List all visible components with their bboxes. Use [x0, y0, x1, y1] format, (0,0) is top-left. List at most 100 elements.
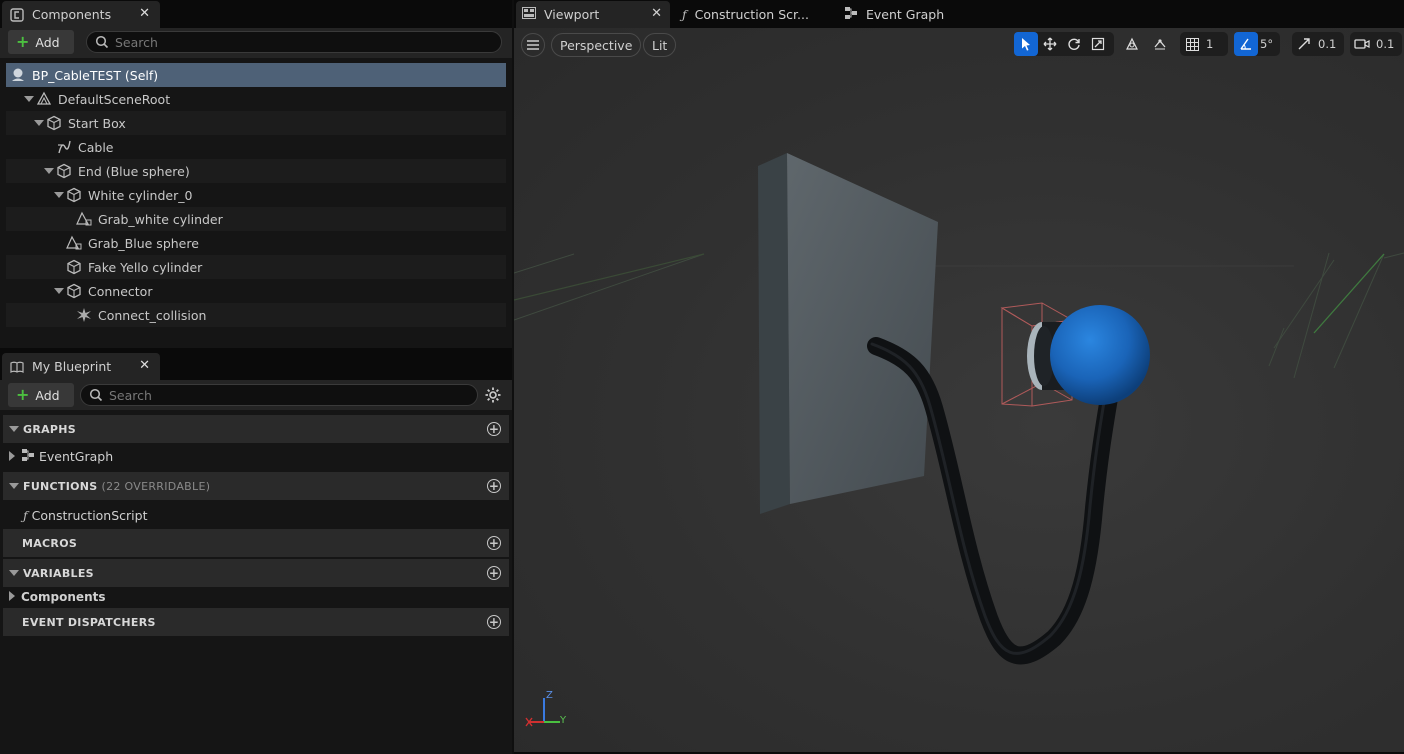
- tree-item-label: Grab_Blue sphere: [88, 235, 199, 251]
- scale-tool-icon[interactable]: [1086, 32, 1110, 56]
- tree-item-white-cylinder[interactable]: White cylinder_0: [6, 183, 506, 207]
- camera-speed-group[interactable]: 0.1: [1350, 32, 1402, 56]
- item-components-category[interactable]: Components: [3, 585, 509, 609]
- myblueprint-tabbar: My Blueprint ✕: [0, 352, 512, 380]
- scale-snap-group[interactable]: 0.1: [1292, 32, 1344, 56]
- book-icon: [10, 360, 24, 374]
- expand-arrow-icon[interactable]: [54, 286, 64, 296]
- add-function-icon[interactable]: +: [487, 479, 501, 493]
- close-icon[interactable]: ✕: [139, 6, 150, 21]
- tree-item-end-blue-sphere[interactable]: End (Blue sphere): [6, 159, 506, 183]
- lit-button[interactable]: Lit: [643, 33, 677, 57]
- item-eventgraph[interactable]: EventGraph: [3, 444, 509, 468]
- item-constructionscript[interactable]: ƒ ConstructionScript: [3, 503, 509, 527]
- axis-y-label: Y: [560, 715, 567, 726]
- section-graphs[interactable]: GRAPHS +: [3, 415, 509, 443]
- scale-snap-value: 0.1: [1318, 37, 1337, 51]
- myblueprint-tab[interactable]: My Blueprint ✕: [2, 353, 160, 380]
- section-variables[interactable]: VARIABLES +: [3, 559, 509, 587]
- plus-icon: +: [16, 385, 30, 404]
- tab-construction-script[interactable]: ƒ Construction Scr...: [682, 1, 832, 28]
- section-functions[interactable]: FUNCTIONS (22 OVERRIDABLE) +: [3, 472, 509, 500]
- expand-arrow-icon[interactable]: [54, 190, 64, 200]
- world-local-toggle[interactable]: [1120, 32, 1144, 56]
- close-icon[interactable]: ✕: [651, 6, 662, 21]
- tab-label: Event Graph: [866, 7, 945, 22]
- tab-event-graph[interactable]: Event Graph: [844, 1, 974, 28]
- expand-arrow-icon[interactable]: [24, 94, 34, 104]
- static-mesh-icon: [66, 187, 82, 203]
- blueprint-self-icon: [10, 67, 26, 83]
- item-label: Components: [21, 590, 106, 604]
- collapse-arrow-icon[interactable]: [9, 483, 19, 489]
- collision-icon: [76, 307, 92, 323]
- grab-component-icon: [76, 211, 92, 227]
- gear-icon[interactable]: [484, 386, 502, 407]
- myblueprint-add-button[interactable]: + Add: [8, 383, 74, 407]
- tree-item-cable[interactable]: Cable: [6, 135, 506, 159]
- viewport-canvas[interactable]: Perspective Lit 1 5° 0.1 0.1 Z Y: [514, 28, 1404, 752]
- grid-snap-group[interactable]: 1: [1180, 32, 1228, 56]
- blue-sphere-mesh: [1050, 305, 1150, 405]
- add-label: Add: [35, 387, 60, 403]
- camera-icon: [1350, 32, 1374, 56]
- perspective-button[interactable]: Perspective: [551, 33, 642, 57]
- myblueprint-search-input[interactable]: [109, 387, 439, 403]
- tree-item-label: Connect_collision: [98, 307, 207, 323]
- viewport-icon: [522, 7, 536, 22]
- collapse-arrow-icon[interactable]: [9, 426, 19, 432]
- tab-viewport[interactable]: Viewport ✕: [516, 1, 670, 28]
- expand-arrow-icon[interactable]: [44, 166, 54, 176]
- tree-item-self[interactable]: BP_CableTEST (Self): [6, 63, 506, 87]
- rotate-tool-icon[interactable]: [1062, 32, 1086, 56]
- viewport-menu-button[interactable]: [521, 33, 545, 57]
- components-toolbar: + Add: [0, 28, 512, 58]
- components-search-input[interactable]: [115, 34, 461, 50]
- hamburger-icon: [527, 40, 539, 50]
- editor-tabbar: Viewport ✕ ƒ Construction Scr... Event G…: [514, 0, 1404, 28]
- tree-item-start-box[interactable]: Start Box: [6, 111, 506, 135]
- static-mesh-icon: [56, 163, 72, 179]
- globe-icon: [1120, 32, 1144, 56]
- components-tab[interactable]: Components ✕: [2, 1, 160, 28]
- section-macros[interactable]: MACROS +: [3, 529, 509, 557]
- components-search[interactable]: [86, 31, 502, 53]
- components-add-button[interactable]: + Add: [8, 30, 74, 54]
- tree-item-grab-white-cylinder[interactable]: Grab_white cylinder: [6, 207, 506, 231]
- surface-snap-icon: [1148, 32, 1172, 56]
- expand-arrow-icon[interactable]: [9, 449, 15, 464]
- cable-icon: [56, 139, 72, 155]
- static-mesh-icon: [66, 259, 82, 275]
- myblueprint-search[interactable]: [80, 384, 478, 406]
- expand-arrow-icon[interactable]: [9, 590, 15, 604]
- close-icon[interactable]: ✕: [139, 358, 150, 373]
- add-macro-icon[interactable]: +: [487, 536, 501, 550]
- components-tab-title: Components: [32, 7, 112, 22]
- expand-arrow-icon[interactable]: [34, 118, 44, 128]
- editor-area: Viewport ✕ ƒ Construction Scr... Event G…: [514, 0, 1404, 754]
- section-event-dispatchers[interactable]: EVENT DISPATCHERS +: [3, 608, 509, 636]
- move-tool-icon[interactable]: [1038, 32, 1062, 56]
- tree-item-connect-collision[interactable]: Connect_collision: [6, 303, 506, 327]
- collapse-arrow-icon[interactable]: [9, 570, 19, 576]
- tree-item-label: White cylinder_0: [88, 187, 193, 203]
- add-dispatcher-icon[interactable]: +: [487, 615, 501, 629]
- grid-snap-icon: [1180, 32, 1204, 56]
- item-label: EventGraph: [39, 448, 114, 464]
- tree-item-label: Connector: [88, 283, 153, 299]
- search-icon: [89, 388, 103, 402]
- tree-item-connector[interactable]: Connector: [6, 279, 506, 303]
- scene-render: [514, 153, 1404, 665]
- tree-item-grab-blue-sphere[interactable]: Grab_Blue sphere: [6, 231, 506, 255]
- add-variable-icon[interactable]: +: [487, 566, 501, 580]
- add-graph-icon[interactable]: +: [487, 422, 501, 436]
- tree-item-fake-yello-cylinder[interactable]: Fake Yello cylinder: [6, 255, 506, 279]
- select-tool-icon[interactable]: [1014, 32, 1038, 56]
- surface-snap-toggle[interactable]: [1148, 32, 1172, 56]
- search-icon: [95, 35, 109, 49]
- tree-item-label: End (Blue sphere): [78, 163, 190, 179]
- rotation-snap-group[interactable]: 5°: [1234, 32, 1280, 56]
- tree-item-defaultsceneroot[interactable]: DefaultSceneRoot: [6, 87, 506, 111]
- section-title: VARIABLES: [23, 566, 94, 580]
- lit-label: Lit: [652, 37, 668, 53]
